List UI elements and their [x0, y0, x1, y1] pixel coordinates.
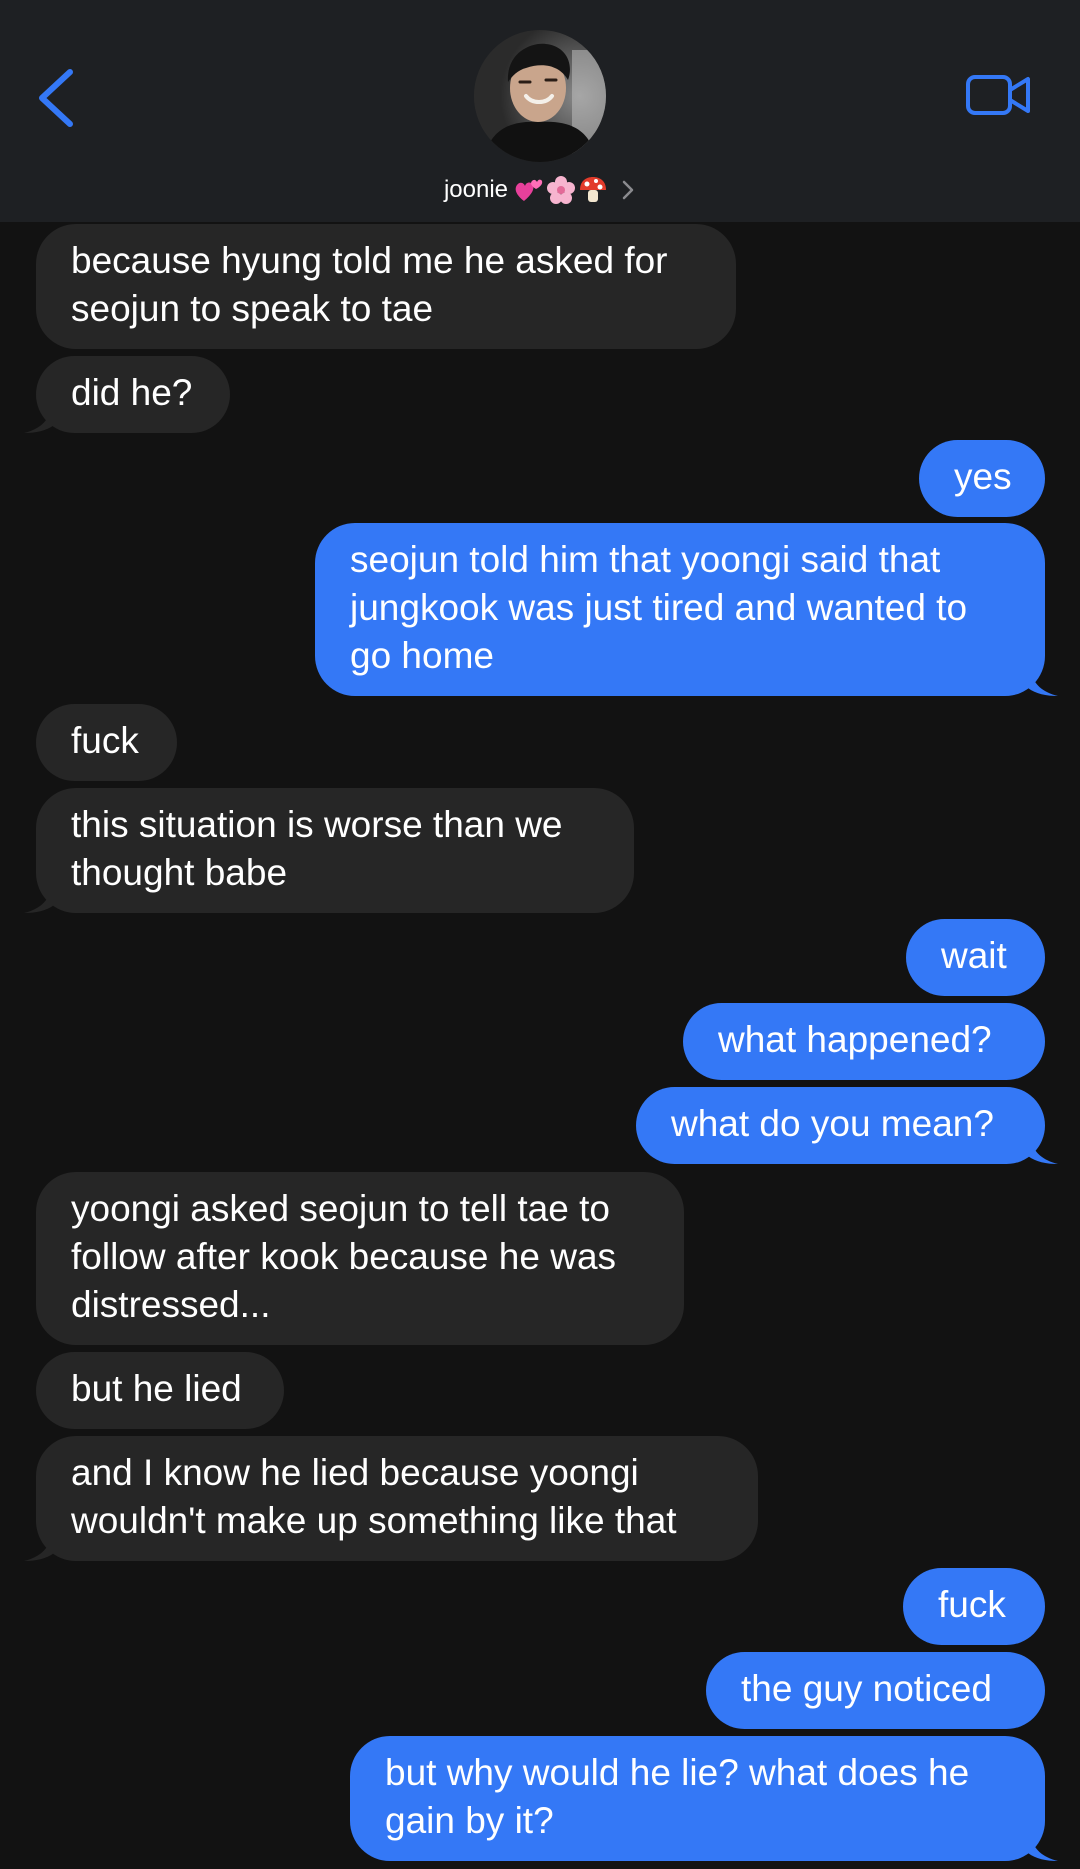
message-line: seojun told him that yoongi said that — [350, 539, 941, 580]
message-bubble-outgoing[interactable]: what happened? — [683, 1003, 1045, 1080]
message-line: what happened? — [718, 1019, 992, 1060]
message-line: and I know he lied because yoongi — [71, 1452, 639, 1493]
contact-emojis — [514, 175, 608, 205]
message-line: yes — [954, 456, 1012, 497]
message-line: thought babe — [71, 852, 288, 893]
bubble-tail — [1028, 1142, 1058, 1164]
message-line: because hyung told me he asked for — [71, 240, 668, 281]
message-bubble-incoming[interactable]: because hyung told me he asked for seoju… — [36, 224, 736, 349]
message-bubble-outgoing[interactable]: the guy noticed — [706, 1652, 1045, 1729]
message-bubble-outgoing[interactable]: but why would he lie? what does he gain … — [350, 1736, 1045, 1861]
message-line: wait — [941, 935, 1007, 976]
message-bubble-incoming[interactable]: fuck — [36, 704, 177, 781]
message-bubble-outgoing[interactable]: seojun told him that yoongi said that ju… — [315, 523, 1045, 696]
message-bubble-outgoing[interactable]: what do you mean? — [636, 1087, 1045, 1164]
avatar-photo — [474, 30, 606, 162]
message-line: this situation is worse than we — [71, 804, 563, 845]
message-line: yoongi asked seojun to tell tae to — [71, 1188, 610, 1229]
video-camera-icon — [966, 75, 1030, 115]
message-bubble-incoming[interactable]: did he? — [36, 356, 230, 433]
message-line: but why would he lie? what does he — [385, 1752, 970, 1793]
message-bubble-incoming[interactable]: but he lied — [36, 1352, 284, 1429]
contact-avatar[interactable] — [474, 30, 606, 162]
message-line: fuck — [938, 1584, 1006, 1625]
chevron-right-icon — [622, 180, 634, 200]
chevron-left-icon — [39, 69, 73, 127]
message-line: distressed... — [71, 1284, 271, 1325]
two-hearts-emoji — [515, 179, 543, 201]
message-line: gain by it? — [385, 1800, 554, 1841]
bubble-tail — [24, 1539, 54, 1561]
message-line: follow after kook because he was — [71, 1236, 617, 1277]
message-bubble-incoming[interactable]: yoongi asked seojun to tell tae to follo… — [36, 1172, 684, 1345]
message-line: but he lied — [71, 1368, 242, 1409]
message-line: wouldn't make up something like that — [71, 1500, 677, 1541]
bubble-tail — [1028, 1839, 1058, 1861]
cherry-blossom-emoji — [547, 176, 576, 204]
bubble-tail — [24, 891, 54, 913]
message-bubble-incoming[interactable]: this situation is worse than we thought … — [36, 788, 634, 913]
message-line: seojun to speak to tae — [71, 288, 434, 329]
mushroom-emoji — [580, 177, 607, 202]
message-bubble-incoming[interactable]: and I know he lied because yoongi wouldn… — [36, 1436, 758, 1561]
contact-name-button[interactable]: joonie — [0, 170, 1080, 210]
message-bubble-outgoing[interactable]: yes — [919, 440, 1045, 517]
bubble-tail — [24, 411, 54, 433]
back-button[interactable] — [28, 58, 88, 134]
message-line: what do you mean? — [671, 1103, 994, 1144]
video-call-button[interactable] — [964, 70, 1034, 120]
message-line: go home — [350, 635, 494, 676]
conversation-header: joonie — [0, 0, 1080, 222]
message-bubble-outgoing[interactable]: wait — [906, 919, 1045, 996]
message-line: the guy noticed — [741, 1668, 992, 1709]
message-line: jungkook was just tired and wanted to — [350, 587, 968, 628]
contact-name: joonie — [443, 176, 509, 203]
message-line: fuck — [71, 720, 139, 761]
message-line: did he? — [71, 372, 193, 413]
message-bubble-outgoing[interactable]: fuck — [903, 1568, 1045, 1645]
bubble-tail — [1028, 674, 1058, 696]
